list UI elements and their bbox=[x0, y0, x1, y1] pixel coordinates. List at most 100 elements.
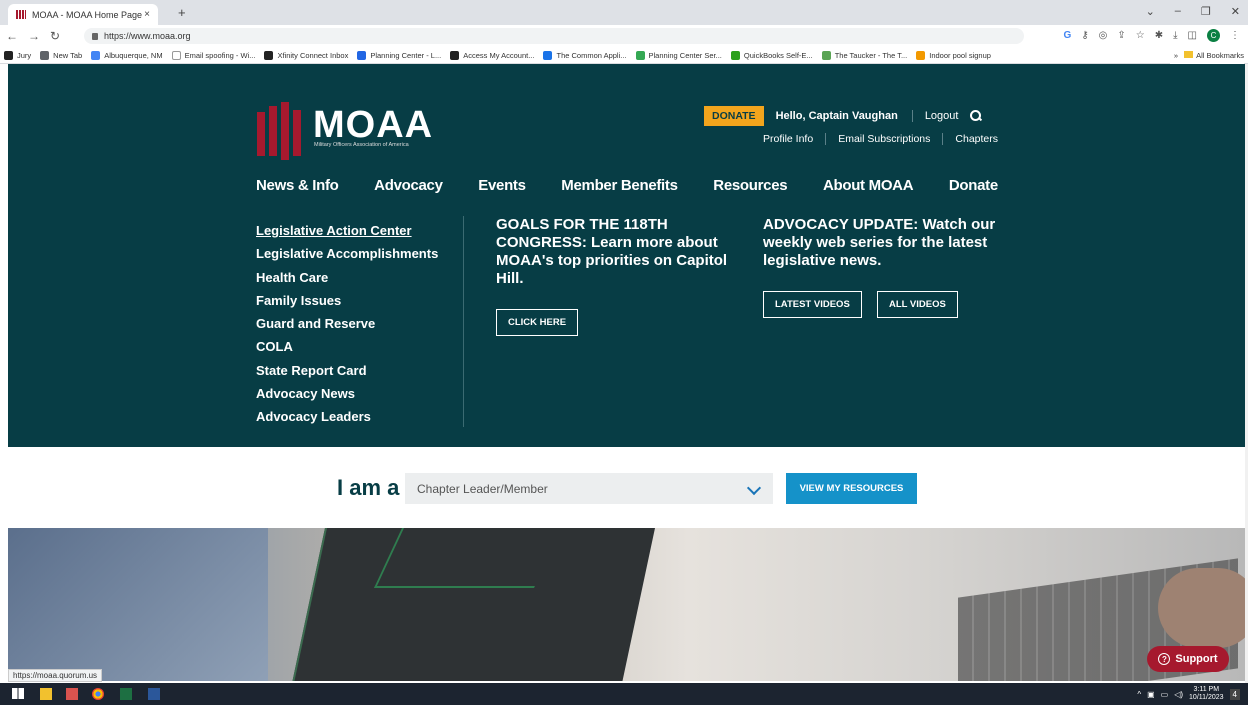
word-icon[interactable] bbox=[148, 688, 160, 700]
nav-advocacy[interactable]: Advocacy bbox=[374, 177, 443, 194]
network-icon[interactable]: ▣ bbox=[1147, 690, 1155, 699]
back-icon[interactable]: ← bbox=[6, 29, 18, 43]
clock[interactable]: 3:11 PM 10/11/2023 bbox=[1189, 686, 1224, 702]
submenu-cola[interactable]: COLA bbox=[256, 335, 438, 358]
profile-avatar[interactable]: C bbox=[1207, 29, 1220, 42]
nav-about-moaa[interactable]: About MOAA bbox=[823, 177, 914, 194]
minimize-icon[interactable]: – bbox=[1175, 5, 1181, 18]
view-my-resources-button[interactable]: VIEW MY RESOURCES bbox=[786, 473, 917, 504]
profile-info-link[interactable]: Profile Info bbox=[751, 133, 825, 145]
audience-select[interactable]: Chapter Leader/Member bbox=[405, 473, 773, 504]
latest-videos-button[interactable]: LATEST VIDEOS bbox=[763, 291, 862, 318]
hero-image bbox=[8, 528, 1245, 681]
bookmark-item[interactable]: New Tab bbox=[40, 50, 83, 60]
share-icon[interactable]: ⇪ bbox=[1117, 30, 1125, 41]
bookmark-item[interactable]: Planning Center Ser... bbox=[635, 50, 722, 60]
reload-icon[interactable]: ↻ bbox=[50, 29, 60, 43]
nav-donate[interactable]: Donate bbox=[949, 177, 998, 194]
excel-icon[interactable] bbox=[120, 688, 132, 700]
tab-search-icon[interactable]: ⌄ bbox=[1146, 5, 1155, 18]
browser-tab[interactable]: MOAA - MOAA Home Page × bbox=[8, 4, 158, 25]
bookmark-item[interactable]: Xfinity Connect Inbox bbox=[264, 50, 348, 60]
bookmark-label: Planning Center Ser... bbox=[648, 50, 722, 60]
submenu-advocacy-leaders[interactable]: Advocacy Leaders bbox=[256, 405, 438, 428]
clock-date: 10/11/2023 bbox=[1189, 694, 1224, 701]
bookmark-item[interactable]: QuickBooks Self-E... bbox=[730, 50, 813, 60]
side-panel-icon[interactable]: ◫ bbox=[1188, 30, 1197, 41]
extension-toolbar: G ⚷ ◎ ⇪ ☆ ✱ ⤓ ◫ C ⋮ bbox=[1064, 29, 1240, 42]
key-icon[interactable]: ⚷ bbox=[1081, 30, 1088, 41]
star-icon[interactable]: ☆ bbox=[1136, 30, 1145, 41]
extensions-puzzle-icon[interactable]: ✱ bbox=[1155, 30, 1163, 41]
forward-icon[interactable]: → bbox=[28, 29, 40, 43]
bookmark-label: QuickBooks Self-E... bbox=[743, 50, 813, 60]
support-button[interactable]: ? Support bbox=[1147, 646, 1229, 672]
chapters-link[interactable]: Chapters bbox=[942, 133, 998, 145]
submenu-health-care[interactable]: Health Care bbox=[256, 266, 438, 289]
nav-member-benefits[interactable]: Member Benefits bbox=[561, 177, 678, 194]
link-status-bubble: https://moaa.quorum.us bbox=[8, 669, 103, 682]
bookmark-label: Email spoofing - Wi... bbox=[184, 50, 256, 60]
user-greeting[interactable]: Hello, Captain Vaughan bbox=[776, 110, 898, 122]
submenu-legislative-action-center[interactable]: Legislative Action Center bbox=[256, 219, 438, 242]
windows-start-icon[interactable] bbox=[12, 688, 24, 699]
chrome-icon[interactable] bbox=[92, 688, 104, 700]
folder-icon bbox=[1184, 51, 1194, 58]
all-videos-button[interactable]: ALL VIDEOS bbox=[877, 291, 958, 318]
logout-link[interactable]: Logout bbox=[911, 110, 958, 122]
download-icon[interactable]: ⤓ bbox=[1173, 30, 1177, 41]
bookmark-item[interactable]: Indoor pool signup bbox=[916, 50, 991, 60]
lock-icon[interactable] bbox=[92, 32, 98, 40]
search-icon[interactable] bbox=[970, 110, 982, 122]
help-icon: ? bbox=[1158, 653, 1171, 665]
click-here-button[interactable]: CLICK HERE bbox=[496, 309, 579, 336]
submenu-guard-and-reserve[interactable]: Guard and Reserve bbox=[256, 312, 438, 335]
more-bookmarks-button[interactable]: » bbox=[1174, 51, 1178, 60]
windows-taskbar: ^ ▣ ▭ ◁) 3:11 PM 10/11/2023 4 bbox=[0, 683, 1248, 705]
restore-icon[interactable]: ❐ bbox=[1201, 5, 1211, 18]
moaa-logo[interactable]: MOAA Military Officers Association of Am… bbox=[255, 102, 432, 160]
nav-news-info[interactable]: News & Info bbox=[256, 177, 339, 194]
media-player-icon[interactable] bbox=[66, 688, 78, 700]
close-window-icon[interactable]: ✕ bbox=[1231, 5, 1240, 18]
nav-resources[interactable]: Resources bbox=[713, 177, 787, 194]
bookmark-item[interactable]: The Common Appli... bbox=[543, 50, 627, 60]
close-tab-icon[interactable]: × bbox=[144, 9, 150, 20]
bookmark-favicon-icon bbox=[4, 50, 13, 60]
tray-chevron-icon[interactable]: ^ bbox=[1137, 690, 1141, 699]
bookmark-item[interactable]: Access My Account... bbox=[450, 50, 534, 60]
bookmark-item[interactable]: Planning Center - L... bbox=[357, 50, 442, 60]
bookmark-label: New Tab bbox=[53, 50, 83, 60]
submenu-legislative-accomplishments[interactable]: Legislative Accomplishments bbox=[256, 242, 438, 265]
google-icon[interactable]: G bbox=[1064, 30, 1072, 41]
donate-button[interactable]: DONATE bbox=[704, 106, 764, 126]
bookmark-label: The Taucker - The T... bbox=[834, 50, 908, 60]
system-tray: ^ ▣ ▭ ◁) 3:11 PM 10/11/2023 4 bbox=[1137, 683, 1240, 705]
bookmark-favicon-icon bbox=[821, 50, 831, 60]
email-subscriptions-link[interactable]: Email Subscriptions bbox=[825, 133, 942, 145]
bookmark-label: Planning Center - L... bbox=[370, 50, 442, 60]
nav-events[interactable]: Events bbox=[478, 177, 526, 194]
bookmark-item[interactable]: Albuquerque, NM bbox=[91, 50, 163, 60]
all-bookmarks-button[interactable]: All Bookmarks bbox=[1184, 51, 1244, 60]
main-nav: News & Info Advocacy Events Member Benef… bbox=[256, 177, 998, 194]
new-tab-button[interactable]: + bbox=[178, 5, 186, 20]
submenu-advocacy-news[interactable]: Advocacy News bbox=[256, 382, 438, 405]
bookmark-item[interactable]: Jury bbox=[4, 50, 31, 60]
bookmark-item[interactable]: The Taucker - The T... bbox=[821, 50, 908, 60]
bookmark-favicon-icon bbox=[357, 50, 367, 60]
volume-icon[interactable]: ◁) bbox=[1174, 690, 1183, 699]
submenu-family-issues[interactable]: Family Issues bbox=[256, 289, 438, 312]
menu-kebab-icon[interactable]: ⋮ bbox=[1230, 30, 1240, 41]
url-field[interactable]: https://www.moaa.org bbox=[84, 28, 1024, 44]
file-explorer-icon[interactable] bbox=[40, 688, 52, 700]
support-label: Support bbox=[1175, 653, 1218, 665]
bookmark-favicon-icon bbox=[916, 50, 926, 60]
notifications-icon[interactable]: 4 bbox=[1229, 688, 1240, 700]
display-icon[interactable]: ▭ bbox=[1161, 690, 1169, 699]
eye-off-icon[interactable]: ◎ bbox=[1099, 30, 1108, 41]
url-text: https://www.moaa.org bbox=[104, 31, 191, 41]
submenu-state-report-card[interactable]: State Report Card bbox=[256, 359, 438, 382]
bookmark-item[interactable]: Email spoofing - Wi... bbox=[171, 50, 256, 60]
promo-advocacy-update-text: ADVOCACY UPDATE: Watch our weekly web se… bbox=[763, 216, 996, 269]
